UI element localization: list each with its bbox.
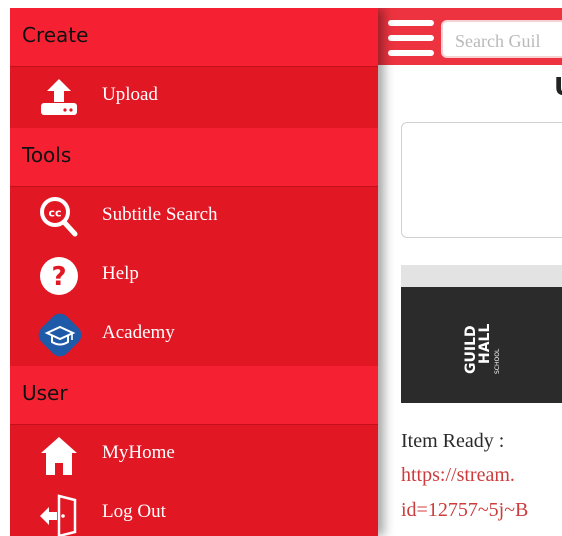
section-label-user: User	[22, 381, 68, 405]
section-user: User	[10, 366, 378, 424]
menu-icon[interactable]	[388, 20, 434, 56]
page-title: U	[554, 72, 562, 101]
drawer-item-help[interactable]: ? Help	[10, 246, 378, 304]
academy-icon	[38, 313, 82, 357]
main-page: Search Guil U GUILD HALL SCHOOL Item Rea…	[378, 8, 562, 536]
drawer-item-label: Log Out	[102, 501, 166, 522]
drawer-item-label: Subtitle Search	[102, 204, 218, 225]
upload-icon	[41, 79, 77, 115]
section-create: Create	[10, 8, 378, 66]
drawer-item-upload[interactable]: Upload	[10, 67, 378, 125]
logout-icon	[40, 494, 77, 536]
svg-text:SCHOOL: SCHOOL	[494, 348, 501, 374]
navigation-drawer: Create Upload Tools cc Subtitle Search ?…	[10, 8, 378, 536]
description-box[interactable]	[401, 122, 562, 238]
drawer-item-logout[interactable]: Log Out	[10, 484, 378, 536]
top-bar: Search Guil	[378, 8, 562, 65]
stream-link-line2[interactable]: id=12757~5j~B	[401, 499, 528, 522]
svg-text:?: ?	[51, 262, 66, 292]
app-frame: Search Guil U GUILD HALL SCHOOL Item Rea…	[10, 8, 562, 536]
search-input[interactable]: Search Guil	[441, 20, 562, 58]
drawer-item-myhome[interactable]: MyHome	[10, 425, 378, 483]
media-thumbnail[interactable]: GUILD HALL SCHOOL	[401, 287, 562, 403]
drawer-item-label: Upload	[102, 84, 158, 105]
svg-text:cc: cc	[48, 207, 61, 220]
home-icon	[41, 437, 77, 475]
section-tools: Tools	[10, 128, 378, 186]
search-placeholder: Search Guil	[455, 31, 541, 51]
drawer-item-label: Academy	[102, 322, 175, 343]
cc-search-icon: cc	[40, 197, 78, 237]
drawer-item-label: MyHome	[102, 442, 175, 463]
drawer-item-label: Help	[102, 263, 139, 284]
section-label-create: Create	[22, 23, 89, 47]
stream-link-line1[interactable]: https://stream.	[401, 464, 515, 487]
guildhall-logo: GUILD HALL SCHOOL	[463, 324, 501, 374]
section-label-tools: Tools	[22, 143, 72, 167]
help-icon: ?	[40, 257, 78, 295]
svg-text:HALL: HALL	[477, 324, 493, 364]
item-ready-label: Item Ready :	[401, 430, 505, 452]
drawer-item-academy[interactable]: Academy	[10, 305, 378, 363]
drawer-item-subtitle-search[interactable]: cc Subtitle Search	[10, 187, 378, 245]
